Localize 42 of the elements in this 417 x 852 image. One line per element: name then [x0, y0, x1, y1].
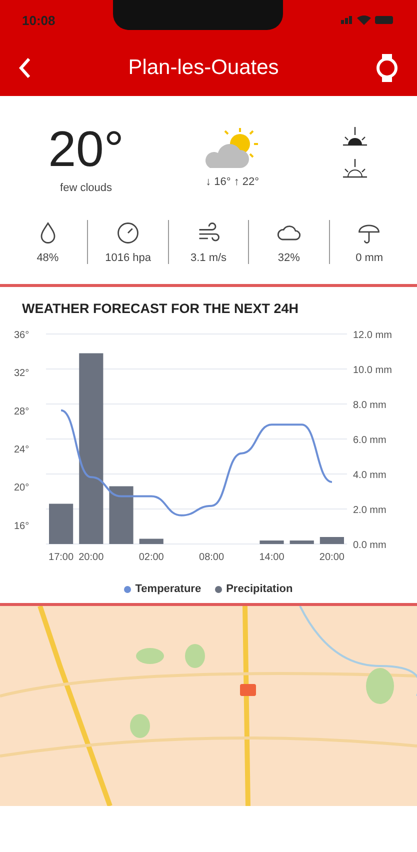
axis-label: 20° — [14, 482, 30, 494]
precipitation-bar — [109, 486, 134, 544]
stat-value: 32% — [278, 252, 300, 264]
status-icons — [341, 14, 395, 26]
weather-description: few clouds — [60, 182, 112, 194]
axis-label: 28° — [14, 406, 30, 418]
axis-label: 02:00 — [138, 552, 164, 563]
precipitation-bar — [320, 537, 344, 544]
gauge-icon — [115, 220, 142, 246]
forecast-title: WEATHER FORECAST FOR THE NEXT 24H — [22, 301, 300, 316]
precipitation-bar — [139, 538, 164, 544]
axis-label: 6.0 mm — [353, 435, 386, 446]
current-temperature: 20° — [48, 120, 124, 178]
axis-label: 17:00 — [48, 552, 74, 563]
axis-label: 2.0 mm — [353, 505, 386, 516]
axis-label: 12.0 mm — [353, 330, 392, 341]
axis-label: 14:00 — [259, 552, 284, 563]
axis-label: 10.0 mm — [353, 365, 392, 376]
precipitation-bar — [49, 504, 74, 544]
legend-item: Precipitation — [215, 583, 293, 595]
header-title: Plan-les-Ouates — [128, 56, 279, 80]
precipitation-bar — [290, 540, 314, 544]
stat-value: 48% — [36, 252, 59, 264]
axis-label: 36° — [14, 330, 30, 341]
stat-value: 0 mm — [356, 252, 384, 264]
back-button[interactable] — [18, 57, 32, 79]
axis-label: 08:00 — [199, 552, 224, 563]
axis-label: 16° — [14, 520, 30, 532]
low-high-temperature: ↓ 16° ↑ 22° — [206, 176, 260, 188]
axis-label: 20:00 — [78, 552, 104, 563]
watch-button[interactable] — [374, 53, 399, 83]
axis-label: 20:00 — [319, 552, 344, 563]
status-time: 10:08 — [22, 12, 56, 28]
axis-label: 4.0 mm — [353, 470, 386, 481]
stat-value: 1016 hpa — [105, 252, 152, 264]
legend-item: Temperature — [124, 583, 202, 595]
stat-value: 3.1 m/s — [190, 252, 227, 264]
precipitation-bar — [260, 540, 284, 544]
axis-label: 8.0 mm — [353, 400, 386, 411]
axis-label: 0.0 mm — [353, 540, 386, 551]
axis-label: 32° — [14, 368, 30, 380]
axis-label: 24° — [14, 444, 30, 456]
